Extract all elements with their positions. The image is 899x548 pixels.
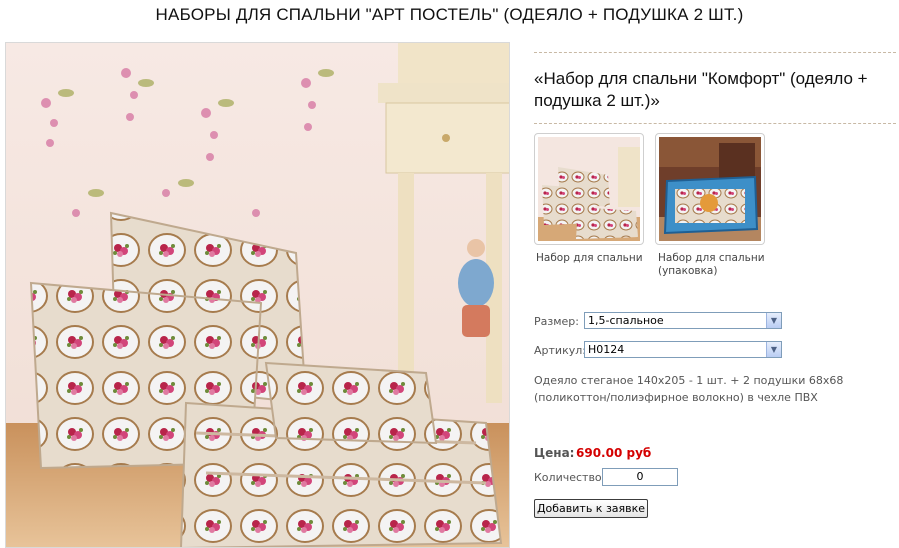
product-title: «Набор для спальни "Комфорт" (одеяло + п… <box>534 68 896 112</box>
add-to-request-button[interactable]: Добавить к заявке <box>534 499 648 518</box>
description-line: Одеяло стеганое 140х205 - 1 шт. + 2 поду… <box>534 374 844 387</box>
main-product-photo[interactable] <box>5 42 510 548</box>
chevron-down-icon[interactable]: ▼ <box>766 342 781 357</box>
price-label: Цена: <box>534 446 575 460</box>
price-value: 690.00 руб <box>576 446 652 460</box>
product-title-line: подушка 2 шт.)» <box>534 91 660 110</box>
thumbnail-caption-line: Набор для спальни <box>658 252 765 264</box>
chevron-down-icon[interactable]: ▼ <box>766 313 781 328</box>
thumbnail-package[interactable] <box>655 133 765 245</box>
thumbnail-image <box>659 137 761 241</box>
quantity-input[interactable]: 0 <box>602 468 678 486</box>
size-label: Размер: <box>534 315 579 328</box>
divider <box>534 52 896 53</box>
thumbnail-caption-line: (упаковка) <box>658 265 718 277</box>
article-select[interactable]: Н0124 ▼ <box>584 341 782 358</box>
quantity-label: Количество: <box>534 471 606 484</box>
divider <box>534 123 896 124</box>
thumbnail-set[interactable] <box>534 133 644 245</box>
thumbnail-caption: Набор для спальни (упаковка) <box>658 252 765 278</box>
size-select[interactable]: 1,5-спальное ▼ <box>584 312 782 329</box>
article-select-value: Н0124 <box>588 343 625 356</box>
thumbnail-caption: Набор для спальни <box>536 252 643 265</box>
size-select-value: 1,5-спальное <box>588 314 664 327</box>
product-photo-illustration <box>6 43 509 547</box>
product-title-line: «Набор для спальни "Комфорт" (одеяло + <box>534 69 868 88</box>
page-title: НАБОРЫ ДЛЯ СПАЛЬНИ "АРТ ПОСТЕЛЬ" (ОДЕЯЛО… <box>155 5 744 24</box>
thumbnail-caption-line: Набор для спальни <box>536 252 643 264</box>
product-description: Одеяло стеганое 140х205 - 1 шт. + 2 поду… <box>534 372 884 406</box>
description-line: (поликоттон/полиэфирное волокно) в чехле… <box>534 391 818 404</box>
thumbnail-image <box>538 137 640 241</box>
article-label: Артикул: <box>534 344 586 357</box>
